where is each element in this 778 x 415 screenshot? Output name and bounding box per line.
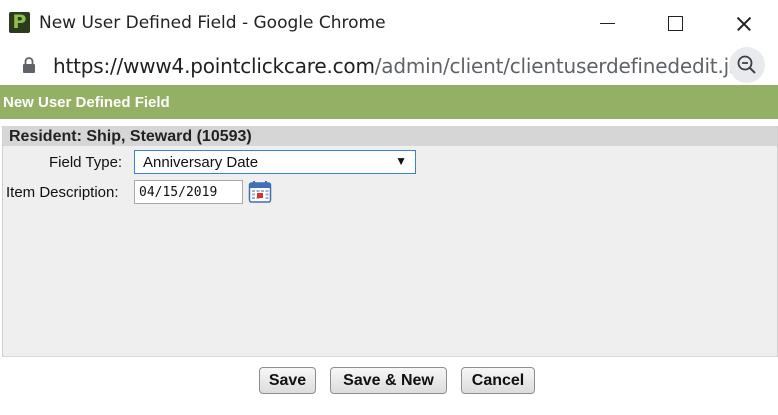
zoom-button[interactable] — [729, 47, 765, 83]
page-header: New User Defined Field — [0, 85, 778, 119]
cancel-button[interactable]: Cancel — [461, 367, 535, 394]
minimize-icon[interactable] — [588, 10, 628, 38]
item-description-date-input[interactable]: 04/15/2019 — [134, 180, 243, 204]
calendar-icon[interactable] — [248, 180, 272, 204]
maximize-icon[interactable] — [656, 10, 696, 38]
dropdown-arrow-icon: ▼ — [395, 154, 407, 168]
field-type-value: Anniversary Date — [143, 154, 259, 171]
window-title: New User Defined Field - Google Chrome — [39, 13, 386, 33]
form-panel: Resident: Ship, Steward (10593) Field Ty… — [2, 126, 778, 357]
save-button[interactable]: Save — [259, 367, 316, 394]
url-path: /admin/client/clientuserdefinededit.js..… — [374, 54, 758, 78]
page-title: New User Defined Field — [3, 94, 170, 111]
url-text[interactable]: https://www4.pointclickcare.com/admin/cl… — [53, 54, 758, 78]
lock-icon — [23, 57, 35, 73]
field-type-label: Field Type: — [49, 154, 123, 171]
window-title-bar: P New User Defined Field - Google Chrome — [0, 0, 778, 46]
resident-title: Resident: Ship, Steward (10593) — [9, 128, 252, 145]
zoom-out-icon — [737, 55, 756, 74]
field-type-select[interactable]: Anniversary Date ▼ — [134, 150, 416, 174]
item-description-value: 04/15/2019 — [139, 185, 218, 200]
address-bar[interactable]: https://www4.pointclickcare.com/admin/cl… — [0, 46, 778, 84]
url-host: https://www4.pointclickcare.com — [53, 54, 375, 78]
panel-title-bar: Resident: Ship, Steward (10593) — [3, 126, 777, 146]
save-and-new-button[interactable]: Save & New — [330, 367, 447, 394]
pointclickcare-logo-icon: P — [9, 11, 30, 33]
item-description-label: Item Description: — [6, 184, 119, 201]
close-icon[interactable] — [724, 10, 764, 38]
